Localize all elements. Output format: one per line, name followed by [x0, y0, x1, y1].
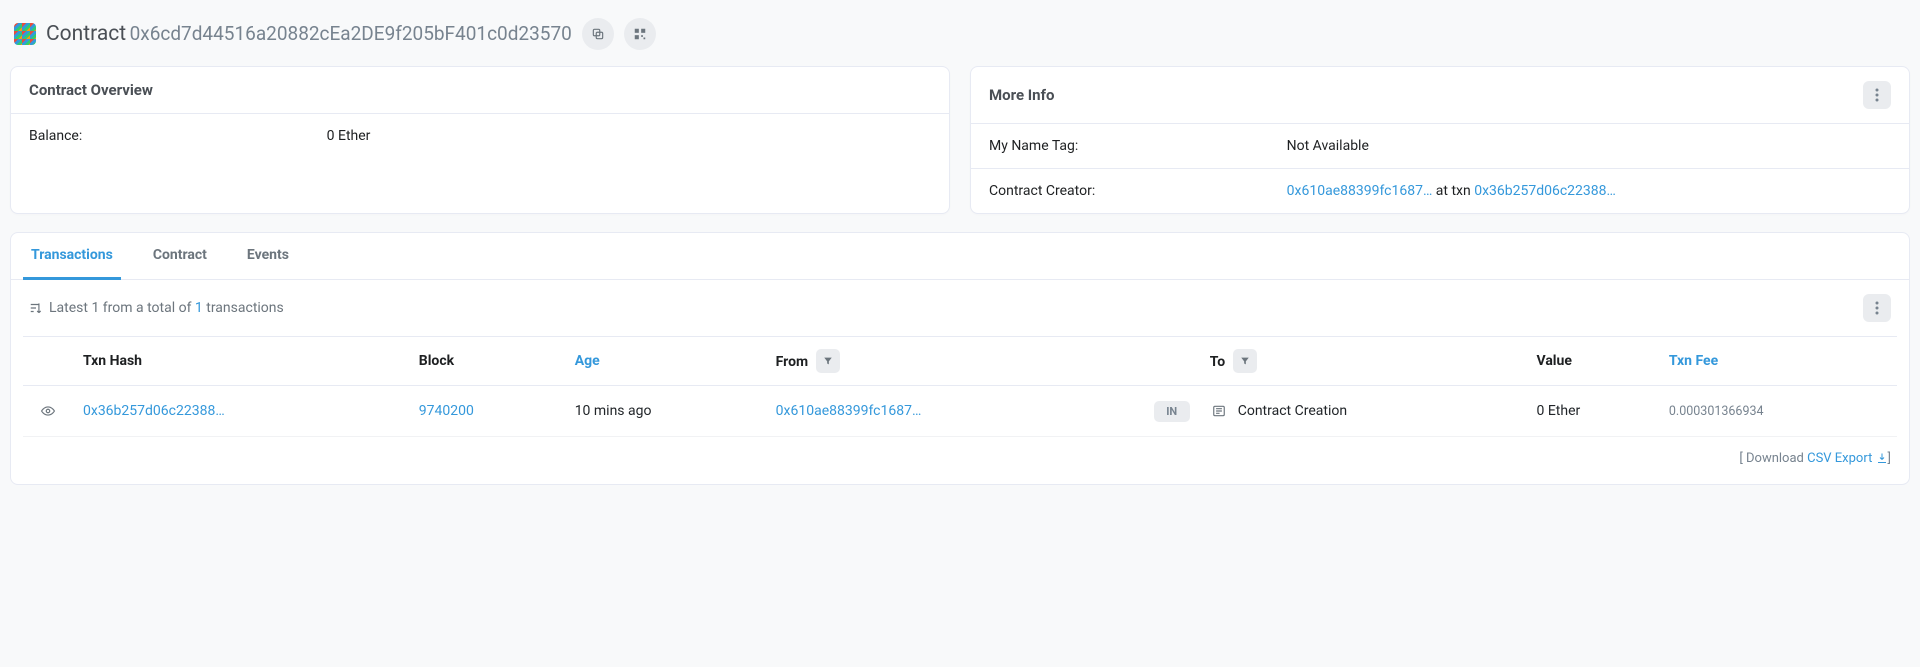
- tx-to-text: Contract Creation: [1238, 403, 1347, 419]
- info-cards-row: Contract Overview Balance: 0 Ether More …: [10, 66, 1910, 214]
- creator-label: Contract Creator:: [989, 183, 1287, 199]
- balance-row: Balance: 0 Ether: [11, 114, 949, 158]
- contract-address: 0x6cd7d44516a20882cEa2DE9f205bF401c0d235…: [130, 22, 572, 45]
- transactions-table: Txn Hash Block Age From To Value: [23, 336, 1897, 437]
- page-title: Contract: [46, 22, 126, 46]
- contract-overview-card: Contract Overview Balance: 0 Ether: [10, 66, 950, 214]
- overview-title: Contract Overview: [29, 81, 153, 99]
- col-direction: [1110, 337, 1200, 386]
- qr-code-button[interactable]: [624, 18, 656, 50]
- col-to-label: To: [1210, 354, 1225, 370]
- table-row: 0x36b257d06c22388… 9740200 10 mins ago 0…: [23, 386, 1897, 437]
- direction-badge: IN: [1154, 401, 1190, 422]
- tx-meta-suffix: transactions: [203, 300, 284, 316]
- col-eye: [23, 337, 73, 386]
- transactions-panel: Transactions Contract Events Latest 1 fr…: [10, 232, 1910, 485]
- vertical-dots-icon: [1875, 88, 1879, 102]
- col-from-label: From: [776, 354, 808, 370]
- creator-value: 0x610ae88399fc1687… at txn 0x36b257d06c2…: [1287, 183, 1891, 199]
- moreinfo-title: More Info: [989, 86, 1054, 104]
- tabs: Transactions Contract Events: [11, 233, 1909, 280]
- col-txhash: Txn Hash: [73, 337, 409, 386]
- creator-txn-link[interactable]: 0x36b257d06c22388…: [1474, 183, 1616, 199]
- at-txn-text: at txn: [1432, 183, 1474, 199]
- export-left: [ Download: [1739, 451, 1807, 466]
- tx-meta-total[interactable]: 1: [195, 300, 203, 316]
- copy-icon: [591, 27, 605, 41]
- page-header: Contract 0x6cd7d44516a20882cEa2DE9f205bF…: [10, 10, 1910, 66]
- tab-contract[interactable]: Contract: [145, 233, 215, 280]
- view-tx-button[interactable]: [35, 400, 61, 422]
- tx-value: 0 Ether: [1526, 386, 1658, 437]
- col-fee-label: Txn Fee: [1669, 353, 1718, 369]
- copy-address-button[interactable]: [582, 18, 614, 50]
- tx-fee: 0.000301366934: [1669, 404, 1764, 419]
- eye-icon: [39, 404, 57, 418]
- col-block: Block: [409, 337, 565, 386]
- export-row: [ Download CSV Export ]: [11, 437, 1909, 484]
- col-from: From: [766, 337, 1110, 386]
- creator-row: Contract Creator: 0x610ae88399fc1687… at…: [971, 168, 1909, 213]
- more-info-card: More Info My Name Tag: Not Available Con…: [970, 66, 1910, 214]
- nametag-label: My Name Tag:: [989, 138, 1287, 154]
- tx-from-link[interactable]: 0x610ae88399fc1687…: [776, 403, 922, 419]
- moreinfo-card-header: More Info: [971, 67, 1909, 124]
- contract-creation-icon: [1210, 404, 1228, 418]
- col-age-label: Age: [575, 353, 600, 369]
- filter-icon: [823, 356, 833, 366]
- tx-meta-row: Latest 1 from a total of 1 transactions: [11, 280, 1909, 336]
- balance-label: Balance:: [29, 128, 327, 144]
- col-value: Value: [1526, 337, 1658, 386]
- col-to: To: [1200, 337, 1527, 386]
- to-filter-button[interactable]: [1233, 349, 1257, 373]
- export-right: ]: [1888, 451, 1891, 466]
- qr-icon: [633, 27, 647, 41]
- tx-age: 10 mins ago: [565, 386, 766, 437]
- page-title-block: Contract 0x6cd7d44516a20882cEa2DE9f205bF…: [46, 22, 572, 46]
- overview-card-header: Contract Overview: [11, 67, 949, 114]
- col-age[interactable]: Age: [565, 337, 766, 386]
- col-fee[interactable]: Txn Fee: [1659, 337, 1897, 386]
- tx-block-link[interactable]: 9740200: [419, 403, 474, 419]
- balance-value: 0 Ether: [327, 128, 931, 144]
- sort-icon: [29, 301, 43, 315]
- contract-identicon: [14, 23, 36, 45]
- tx-menu-button[interactable]: [1863, 294, 1891, 322]
- download-icon: [1876, 452, 1888, 464]
- tab-events[interactable]: Events: [239, 233, 297, 280]
- creator-address-link[interactable]: 0x610ae88399fc1687…: [1287, 183, 1433, 199]
- filter-icon: [1240, 356, 1250, 366]
- nametag-row: My Name Tag: Not Available: [971, 124, 1909, 168]
- vertical-dots-icon: [1875, 301, 1879, 315]
- tx-meta-prefix: Latest: [49, 300, 91, 316]
- tx-meta-mid: from a total of: [99, 300, 195, 316]
- tx-hash-link[interactable]: 0x36b257d06c22388…: [83, 403, 225, 419]
- from-filter-button[interactable]: [816, 349, 840, 373]
- tab-transactions[interactable]: Transactions: [23, 233, 121, 280]
- nametag-value: Not Available: [1287, 138, 1891, 154]
- moreinfo-menu-button[interactable]: [1863, 81, 1891, 109]
- csv-export-link[interactable]: CSV Export: [1807, 451, 1887, 466]
